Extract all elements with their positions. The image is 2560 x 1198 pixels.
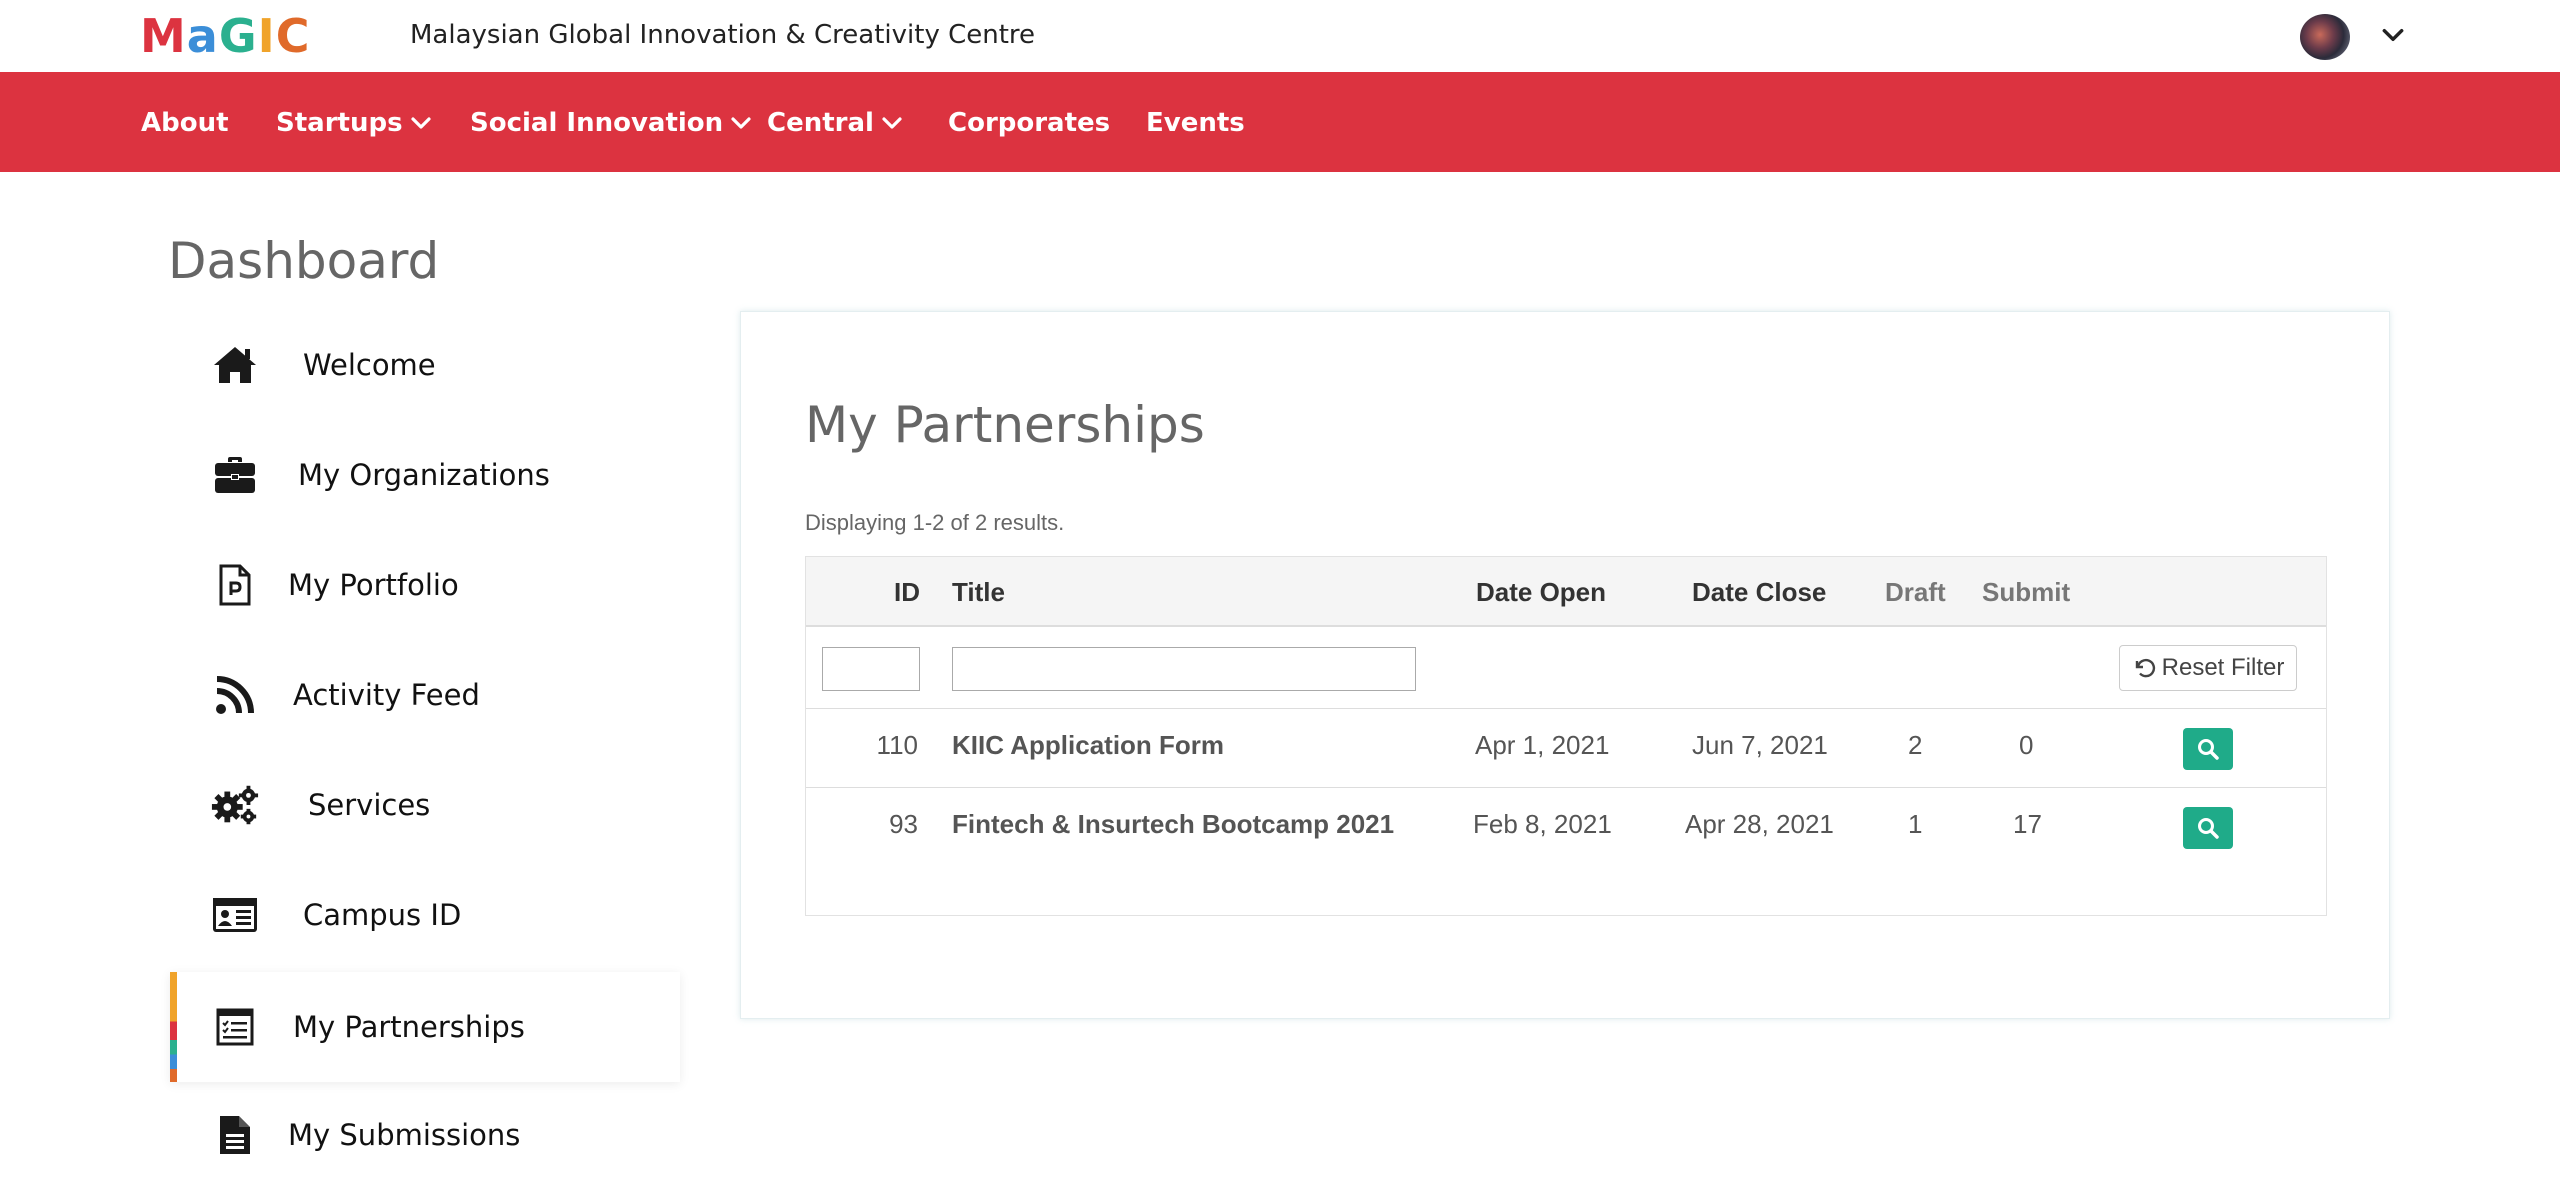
sidebar-item-label: Welcome <box>303 348 436 382</box>
chevron-down-icon[interactable] <box>2380 22 2406 48</box>
column-header-draft: Draft <box>1885 577 1946 607</box>
document-icon <box>210 1110 260 1160</box>
cell-date-open: Feb 8, 2021 <box>1473 809 1612 839</box>
column-header-date-open[interactable]: Date Open <box>1476 577 1606 608</box>
briefcase-icon <box>210 450 260 500</box>
nav-startups[interactable]: Startups <box>276 108 431 138</box>
cell-date-close: Apr 28, 2021 <box>1685 809 1834 839</box>
column-header-id[interactable]: ID <box>894 577 920 608</box>
id-filter-input[interactable] <box>822 647 920 691</box>
sidebar-item-campus-id[interactable]: Campus ID <box>170 860 680 970</box>
cell-title: Fintech & Insurtech Bootcamp 2021 <box>952 809 1395 839</box>
checklist-icon <box>210 1002 260 1052</box>
sidebar-item-my-organizations[interactable]: My Organizations <box>170 420 680 530</box>
partnerships-card: My Partnerships Displaying 1-2 of 2 resu… <box>740 311 2390 1019</box>
sidebar-item-label: Activity Feed <box>293 678 480 712</box>
logo-letter: G <box>218 9 258 63</box>
sidebar-item-label: My Portfolio <box>288 568 459 602</box>
magic-logo[interactable]: MaGIC <box>140 13 310 59</box>
nav-central[interactable]: Central <box>767 108 902 138</box>
results-summary: Displaying 1-2 of 2 results. <box>805 510 1065 535</box>
cell-submit: 17 <box>2013 809 2042 839</box>
view-button[interactable] <box>2183 807 2233 849</box>
chevron-down-icon <box>882 117 902 129</box>
sidebar-item-services[interactable]: Services <box>170 750 680 860</box>
search-icon <box>2198 739 2219 760</box>
logo-letter: C <box>275 9 311 63</box>
nav-social-innovation[interactable]: Social Innovation <box>470 108 751 138</box>
chevron-down-icon <box>731 117 751 129</box>
column-header-submit: Submit <box>1982 577 2071 607</box>
sidebar-item-label: Campus ID <box>303 898 462 932</box>
search-icon <box>2198 818 2219 839</box>
sidebar-item-label: Services <box>308 788 431 822</box>
table-row: 110 KIIC Application Form Apr 1, 2021 Ju… <box>806 710 2326 788</box>
logo-wordmark: MaGIC <box>140 13 310 59</box>
site-title: Malaysian Global Innovation & Creativity… <box>410 20 1036 50</box>
sidebar-item-my-partnerships[interactable]: My Partnerships <box>170 972 680 1082</box>
portfolio-file-icon <box>210 560 260 610</box>
sidebar-item-my-submissions[interactable]: My Submissions <box>170 1080 680 1190</box>
sidebar-item-my-portfolio[interactable]: My Portfolio <box>170 530 680 640</box>
reset-filter-button[interactable]: Reset Filter <box>2119 645 2297 691</box>
logo-letter: I <box>257 9 276 63</box>
nav-about[interactable]: About <box>141 108 229 138</box>
sidebar-item-label: My Partnerships <box>293 1010 525 1044</box>
gears-icon <box>210 780 260 830</box>
cell-title: KIIC Application Form <box>952 730 1225 760</box>
cell-draft: 2 <box>1908 730 1923 760</box>
dashboard-title: Dashboard <box>168 232 440 290</box>
active-indicator <box>170 972 177 1082</box>
chevron-down-icon <box>410 117 431 129</box>
filter-row: Reset Filter <box>806 629 2326 709</box>
logo-letter: a <box>186 9 219 63</box>
logo-letter: M <box>140 9 187 63</box>
sidebar-item-label: My Organizations <box>298 458 550 492</box>
cell-draft: 1 <box>1908 809 1923 839</box>
sidebar-item-activity-feed[interactable]: Activity Feed <box>170 640 680 750</box>
top-header: MaGIC Malaysian Global Innovation & Crea… <box>0 0 2560 72</box>
sidebar-item-welcome[interactable]: Welcome <box>170 310 680 420</box>
cell-id: 93 <box>889 809 918 839</box>
column-header-title[interactable]: Title <box>952 577 1005 608</box>
table-row: 93 Fintech & Insurtech Bootcamp 2021 Feb… <box>806 789 2326 867</box>
home-icon <box>210 340 260 390</box>
sidebar-item-label: My Submissions <box>288 1118 521 1152</box>
view-button[interactable] <box>2183 728 2233 770</box>
id-card-icon <box>210 890 260 940</box>
user-avatar[interactable] <box>2300 14 2350 60</box>
rss-icon <box>210 670 260 720</box>
nav-corporates[interactable]: Corporates <box>948 108 1110 138</box>
cell-date-close: Jun 7, 2021 <box>1692 730 1828 760</box>
cell-id: 110 <box>876 730 918 760</box>
undo-icon <box>2135 658 2155 678</box>
partnerships-table: ID Title Date Open Date Close Draft Subm… <box>805 556 2327 916</box>
page-title: My Partnerships <box>805 396 1205 454</box>
column-header-date-close[interactable]: Date Close <box>1692 577 1826 608</box>
title-filter-input[interactable] <box>952 647 1416 691</box>
main-nav: About Startups Social Innovation Central… <box>0 72 2560 172</box>
cell-date-open: Apr 1, 2021 <box>1475 730 1610 760</box>
table-header: ID Title Date Open Date Close Draft Subm… <box>806 557 2326 627</box>
cell-submit: 0 <box>2019 730 2034 760</box>
nav-events[interactable]: Events <box>1146 108 1245 138</box>
